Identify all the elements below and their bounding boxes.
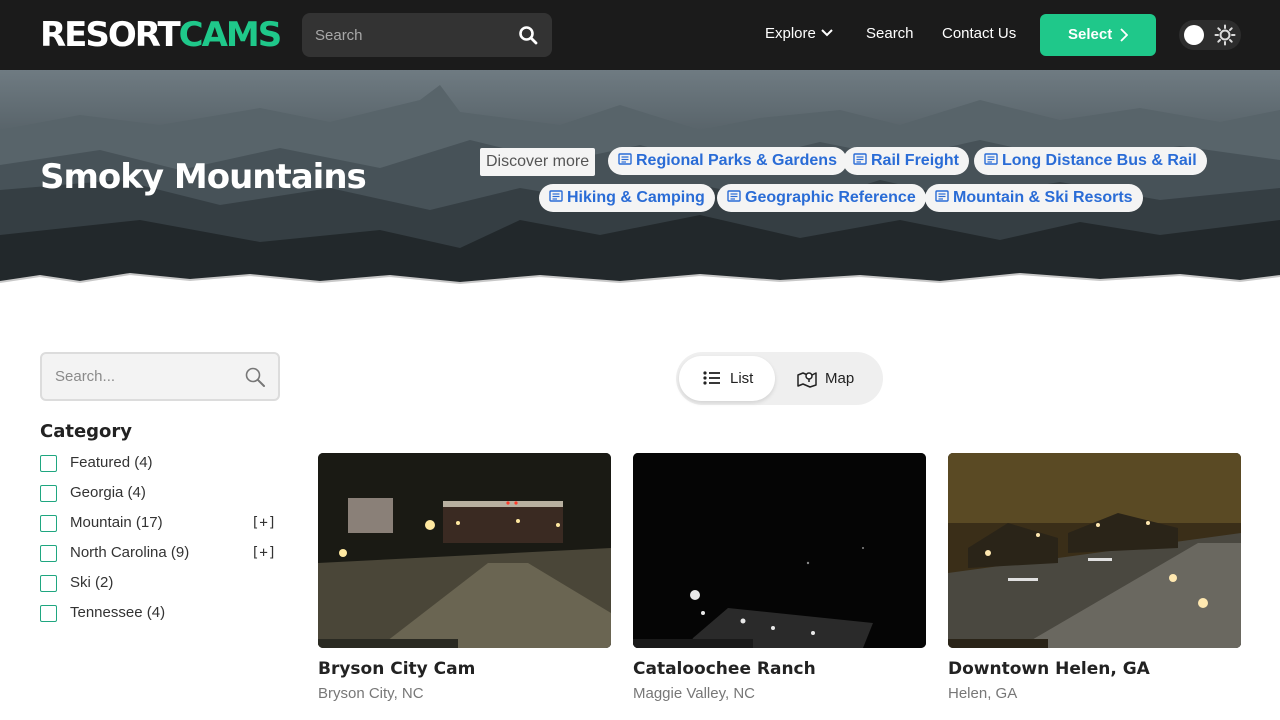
- chip-label: Geographic Reference: [745, 189, 916, 206]
- header-search-input[interactable]: [302, 13, 502, 57]
- category-checkbox[interactable]: [40, 545, 57, 562]
- chip-label: Rail Freight: [871, 152, 960, 169]
- chevron-right-icon: [1120, 28, 1128, 42]
- category-name: Tennessee: [70, 604, 143, 621]
- logo-text-resort: RESORT: [40, 15, 181, 55]
- list-icon: [703, 371, 720, 385]
- page-title: Smoky Mountains: [40, 157, 367, 197]
- category-checkbox[interactable]: [40, 575, 57, 592]
- newspaper-icon: [935, 190, 949, 202]
- select-button-label: Select: [1068, 26, 1113, 43]
- select-button[interactable]: Select: [1040, 14, 1156, 56]
- view-toggle: List Map: [676, 352, 883, 405]
- category-count: (17): [135, 514, 163, 531]
- discover-more-label: Discover more: [480, 148, 596, 176]
- category-checkbox[interactable]: [40, 485, 57, 502]
- search-icon[interactable]: [518, 25, 538, 45]
- category-checkbox[interactable]: [40, 455, 57, 472]
- chip-long-distance-bus-rail[interactable]: Long Distance Bus & Rail: [974, 147, 1207, 175]
- category-featured: Featured (4): [40, 452, 280, 474]
- category-label[interactable]: Georgia (4): [70, 483, 146, 503]
- nav-explore[interactable]: Explore: [765, 24, 834, 44]
- view-map-button[interactable]: Map: [779, 356, 879, 401]
- header-search-box: [302, 13, 552, 57]
- chip-geographic-reference[interactable]: Geographic Reference: [717, 184, 926, 212]
- toggle-knob: [1184, 25, 1204, 45]
- category-ski: Ski (2): [40, 572, 280, 594]
- newspaper-icon: [984, 153, 998, 165]
- category-count: (4): [146, 604, 166, 621]
- newspaper-icon: [549, 190, 563, 202]
- chip-mountain-ski-resorts[interactable]: Mountain & Ski Resorts: [925, 184, 1143, 212]
- category-georgia: Georgia (4): [40, 482, 280, 504]
- cam-name[interactable]: Bryson City Cam: [318, 657, 475, 681]
- newspaper-icon: [727, 190, 741, 202]
- category-count: (4): [127, 484, 146, 501]
- view-map-label: Map: [825, 370, 855, 387]
- site-logo[interactable]: RESORTCAMS: [40, 14, 283, 56]
- category-mountain: Mountain (17) [+]: [40, 512, 280, 534]
- chevron-down-icon: [821, 29, 833, 37]
- category-heading: Category: [40, 421, 133, 442]
- category-label[interactable]: Tennessee (4): [70, 603, 165, 623]
- newspaper-icon: [853, 153, 867, 165]
- category-label[interactable]: Ski (2): [70, 573, 113, 593]
- map-icon: [797, 372, 817, 388]
- category-count: (2): [95, 574, 114, 591]
- search-icon[interactable]: [244, 366, 266, 388]
- chip-label: Regional Parks & Gardens: [636, 152, 837, 169]
- category-name: Featured: [70, 454, 131, 471]
- category-expand-toggle[interactable]: [+]: [251, 543, 276, 563]
- category-name: Mountain: [70, 514, 132, 531]
- chip-label: Mountain & Ski Resorts: [953, 189, 1133, 206]
- category-checkbox[interactable]: [40, 605, 57, 622]
- chip-label: Long Distance Bus & Rail: [1002, 152, 1197, 169]
- hero-banner: Smoky Mountains Discover more Regional P…: [0, 70, 1280, 295]
- category-label[interactable]: Featured (4): [70, 453, 153, 473]
- category-name: Ski: [70, 574, 91, 591]
- category-count: (9): [170, 544, 190, 561]
- cam-location: Maggie Valley, NC: [633, 685, 755, 702]
- cam-thumbnail[interactable]: [948, 453, 1241, 648]
- category-name: North Carolina: [70, 544, 167, 561]
- cam-name[interactable]: Downtown Helen, GA: [948, 657, 1150, 681]
- sun-icon: [1214, 24, 1236, 46]
- category-count: (4): [134, 454, 153, 471]
- theme-toggle[interactable]: [1179, 20, 1241, 50]
- chip-rail-freight[interactable]: Rail Freight: [843, 147, 970, 175]
- cam-thumbnail[interactable]: [318, 453, 611, 648]
- chip-regional-parks-gardens[interactable]: Regional Parks & Gardens: [608, 147, 847, 175]
- category-checkbox[interactable]: [40, 515, 57, 532]
- logo-text-cams: CAMS: [178, 15, 283, 55]
- cam-location: Bryson City, NC: [318, 685, 424, 702]
- newspaper-icon: [618, 153, 632, 165]
- category-north-carolina: North Carolina (9) [+]: [40, 542, 280, 564]
- category-name: Georgia: [70, 484, 124, 501]
- category-expand-toggle[interactable]: [+]: [251, 513, 276, 533]
- top-navbar: RESORTCAMS Explore Search Contact Us Sel…: [0, 0, 1280, 70]
- cam-location: Helen, GA: [948, 685, 1018, 702]
- sidebar-search-box: [40, 352, 280, 401]
- category-label[interactable]: North Carolina (9): [70, 543, 189, 563]
- nav-contact-us[interactable]: Contact Us: [942, 24, 1016, 44]
- view-list-button[interactable]: List: [679, 356, 775, 401]
- chip-hiking-camping[interactable]: Hiking & Camping: [539, 184, 715, 212]
- category-label[interactable]: Mountain (17): [70, 513, 163, 533]
- chip-label: Hiking & Camping: [567, 189, 705, 206]
- cam-name[interactable]: Cataloochee Ranch: [633, 657, 816, 681]
- view-list-label: List: [730, 370, 754, 387]
- nav-search[interactable]: Search: [866, 24, 914, 44]
- category-tennessee: Tennessee (4): [40, 602, 280, 624]
- sidebar-search-input[interactable]: [42, 354, 232, 399]
- nav-explore-label: Explore: [765, 25, 816, 42]
- cam-thumbnail[interactable]: [633, 453, 926, 648]
